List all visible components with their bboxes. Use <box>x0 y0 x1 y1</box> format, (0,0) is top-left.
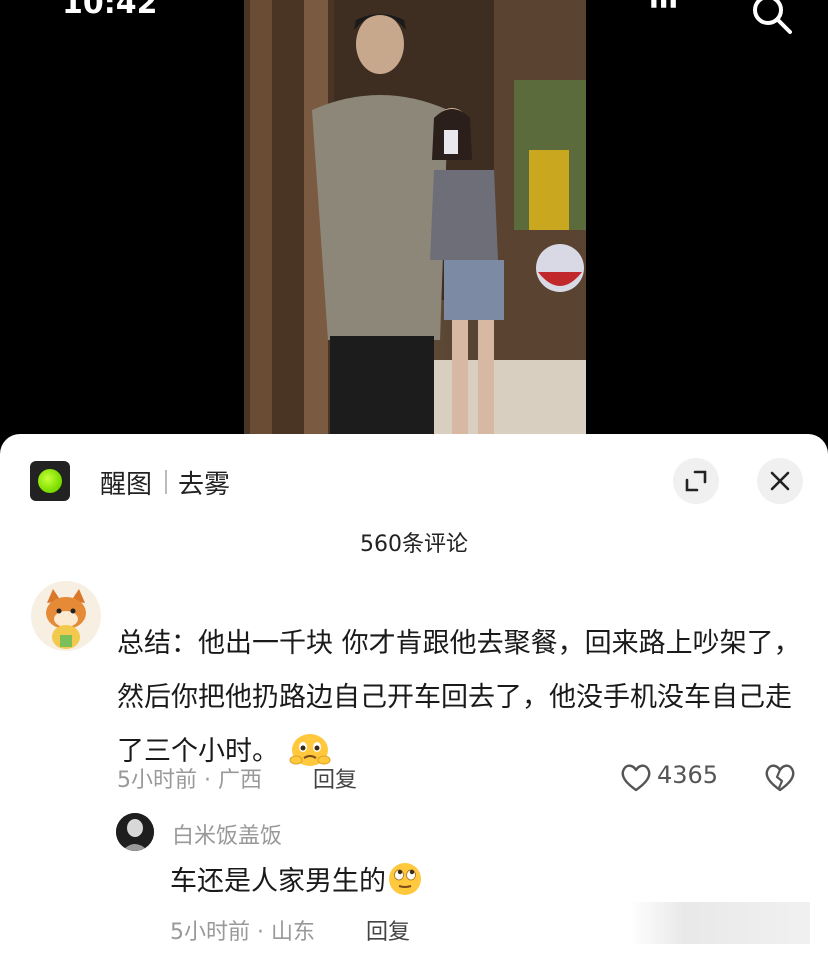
dislike-button[interactable] <box>763 761 797 795</box>
reply-text: 车还是人家男生的 <box>170 859 424 898</box>
like-button[interactable]: 4365 <box>619 761 729 795</box>
reply-button[interactable]: 回复 <box>313 762 357 794</box>
video-area[interactable]: 10:42 ▮▮▮ <box>0 0 828 440</box>
divider <box>165 470 167 494</box>
status-time: 10:42 <box>62 0 158 21</box>
comment-count: 560条评论 <box>360 532 468 557</box>
comment-body: 总结：他出一千块 你才肯跟他去聚餐，回来路上吵架了，然后你把他扔路边自己开车回去… <box>117 628 801 767</box>
signal-icon: ▮▮▮ <box>650 0 680 10</box>
rolling-eyes-emoji-icon <box>389 863 421 895</box>
fox-avatar-icon <box>46 589 86 649</box>
reply-body: 车还是人家男生的 <box>170 866 386 897</box>
reply-avatar[interactable] <box>116 813 154 851</box>
app-logo-icon[interactable] <box>30 461 70 501</box>
search-icon <box>753 0 792 34</box>
app-name[interactable]: 醒图 <box>100 464 152 501</box>
expand-button[interactable] <box>673 458 719 504</box>
dehaze-action[interactable]: 去雾 <box>178 464 230 501</box>
close-icon <box>770 471 790 491</box>
blurred-region <box>630 902 810 944</box>
mirror-photo <box>244 0 586 440</box>
close-button[interactable] <box>757 458 803 504</box>
comments-sheet: 醒图 去雾 560条评论 总结：他出一千块 你才肯跟他去聚餐，回来路上吵架了，然… <box>0 434 828 958</box>
like-count: 4365 <box>657 761 719 789</box>
broken-heart-icon <box>765 764 795 792</box>
expand-icon <box>685 470 707 492</box>
comment-text: 总结：他出一千块 你才肯跟他去聚餐，回来路上吵架了，然后你把他扔路边自己开车回去… <box>117 617 807 779</box>
heart-icon <box>621 764 651 792</box>
reply-meta: 5小时前 · 山东 <box>170 920 315 945</box>
avatar[interactable] <box>31 581 101 651</box>
comment-meta: 5小时前 · 广西 <box>117 768 262 793</box>
reply-username[interactable]: 白米饭盖饭 <box>172 818 282 850</box>
search-button[interactable] <box>748 0 800 42</box>
user-avatar-icon <box>116 813 154 851</box>
status-icons: ▮▮▮ <box>650 0 679 10</box>
reply-reply-button[interactable]: 回复 <box>366 914 410 946</box>
